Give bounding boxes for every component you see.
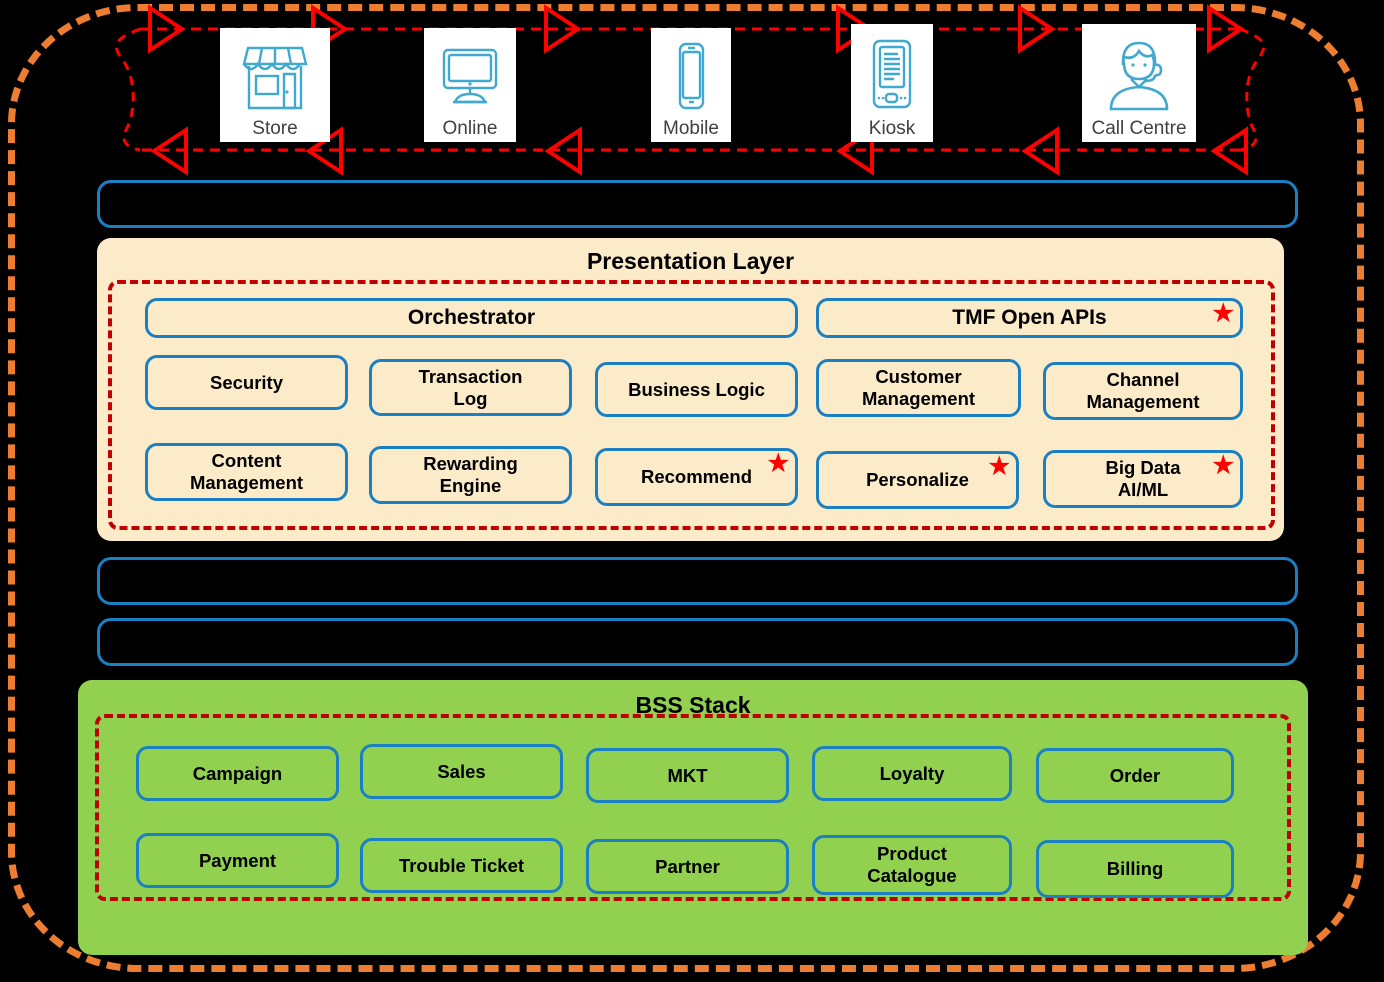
channel-label: Mobile <box>663 118 719 139</box>
module-sales[interactable]: Sales <box>360 744 563 799</box>
presentation-layer-title: Presentation Layer <box>586 248 795 274</box>
module-orchestrator[interactable]: Orchestrator <box>145 298 798 338</box>
module-content-management[interactable]: Content Management <box>145 443 348 501</box>
module-label: Loyalty <box>879 762 945 784</box>
bss-stack-panel: BSS Stack Campaign Sales MKT Loyalty Ord… <box>78 680 1308 955</box>
module-label: Product Catalogue <box>867 843 957 886</box>
module-label: Campaign <box>192 762 283 784</box>
smartphone-icon <box>651 28 731 119</box>
module-label: Security <box>209 371 283 393</box>
channel-label: Online <box>442 118 498 139</box>
desktop-monitor-icon <box>424 28 516 119</box>
module-product-catalogue[interactable]: Product Catalogue <box>812 835 1012 895</box>
module-partner[interactable]: Partner <box>586 839 789 894</box>
tablet-kiosk-icon <box>851 24 933 119</box>
module-tmf-open-apis[interactable]: TMF Open APIs ★ <box>816 298 1243 338</box>
presentation-layer-panel: Presentation Layer Orchestrator TMF Open… <box>97 238 1284 541</box>
module-label: MKT <box>667 764 708 786</box>
module-label: Content Management <box>189 450 304 493</box>
module-loyalty[interactable]: Loyalty <box>812 746 1012 801</box>
module-label: TMF Open APIs <box>952 305 1107 329</box>
channel-tile-store[interactable]: Store <box>220 28 330 142</box>
module-business-logic[interactable]: Business Logic <box>595 362 798 417</box>
module-label: Order <box>1109 764 1161 786</box>
bss-stack-title: BSS Stack <box>635 692 751 718</box>
channel-label: Kiosk <box>868 118 916 139</box>
channel-label: Store <box>252 118 298 139</box>
module-big-data-ai-ml[interactable]: Big Data AI/ML ★ <box>1043 450 1243 508</box>
star-icon: ★ <box>988 453 1010 480</box>
module-label: Recommend <box>640 466 753 488</box>
module-label: Customer Management <box>861 366 976 409</box>
module-order[interactable]: Order <box>1036 748 1234 803</box>
channel-tile-kiosk[interactable]: Kiosk <box>851 24 933 142</box>
channel-tile-call-centre[interactable]: Call Centre <box>1082 24 1196 142</box>
module-campaign[interactable]: Campaign <box>136 746 339 801</box>
module-label: Trouble Ticket <box>398 854 525 876</box>
module-mkt[interactable]: MKT <box>586 748 789 803</box>
module-security[interactable]: Security <box>145 355 348 410</box>
module-label: Business Logic <box>628 378 765 400</box>
module-label: Personalize <box>866 469 969 491</box>
module-label: Big Data AI/ML <box>1105 457 1181 500</box>
channel-tile-online[interactable]: Online <box>424 28 516 142</box>
module-label: Channel Management <box>1086 369 1200 412</box>
module-label: Billing <box>1106 858 1164 880</box>
channel-label: Call Centre <box>1091 118 1187 139</box>
module-rewarding-engine[interactable]: Rewarding Engine <box>369 446 572 504</box>
module-payment[interactable]: Payment <box>136 833 339 888</box>
module-label: Partner <box>655 855 720 877</box>
module-trouble-ticket[interactable]: Trouble Ticket <box>360 838 563 893</box>
module-customer-management[interactable]: Customer Management <box>816 359 1021 417</box>
module-label: Rewarding Engine <box>423 453 518 496</box>
module-label: Payment <box>198 849 277 871</box>
channel-tile-mobile[interactable]: Mobile <box>651 28 731 142</box>
storefront-icon <box>220 28 330 119</box>
module-label: Sales <box>437 760 486 782</box>
module-label: Orchestrator <box>407 305 536 329</box>
module-label: Transaction Log <box>418 365 523 409</box>
module-billing[interactable]: Billing <box>1036 840 1234 898</box>
headset-agent-icon <box>1082 24 1196 119</box>
blue-bar-below-channels <box>97 180 1298 228</box>
star-icon: ★ <box>767 450 789 477</box>
architecture-diagram: Store Online Mobile Kiosk Call Centre Pr… <box>0 0 1384 982</box>
module-channel-management[interactable]: Channel Management <box>1043 362 1243 420</box>
blue-bar-below-presentation <box>97 557 1298 605</box>
module-recommend[interactable]: Recommend ★ <box>595 448 798 506</box>
blue-bar-above-bss <box>97 618 1298 666</box>
module-transaction-log[interactable]: Transaction Log <box>369 359 572 416</box>
star-icon: ★ <box>1212 300 1234 327</box>
module-personalize[interactable]: Personalize ★ <box>816 451 1019 509</box>
star-icon: ★ <box>1212 452 1234 479</box>
